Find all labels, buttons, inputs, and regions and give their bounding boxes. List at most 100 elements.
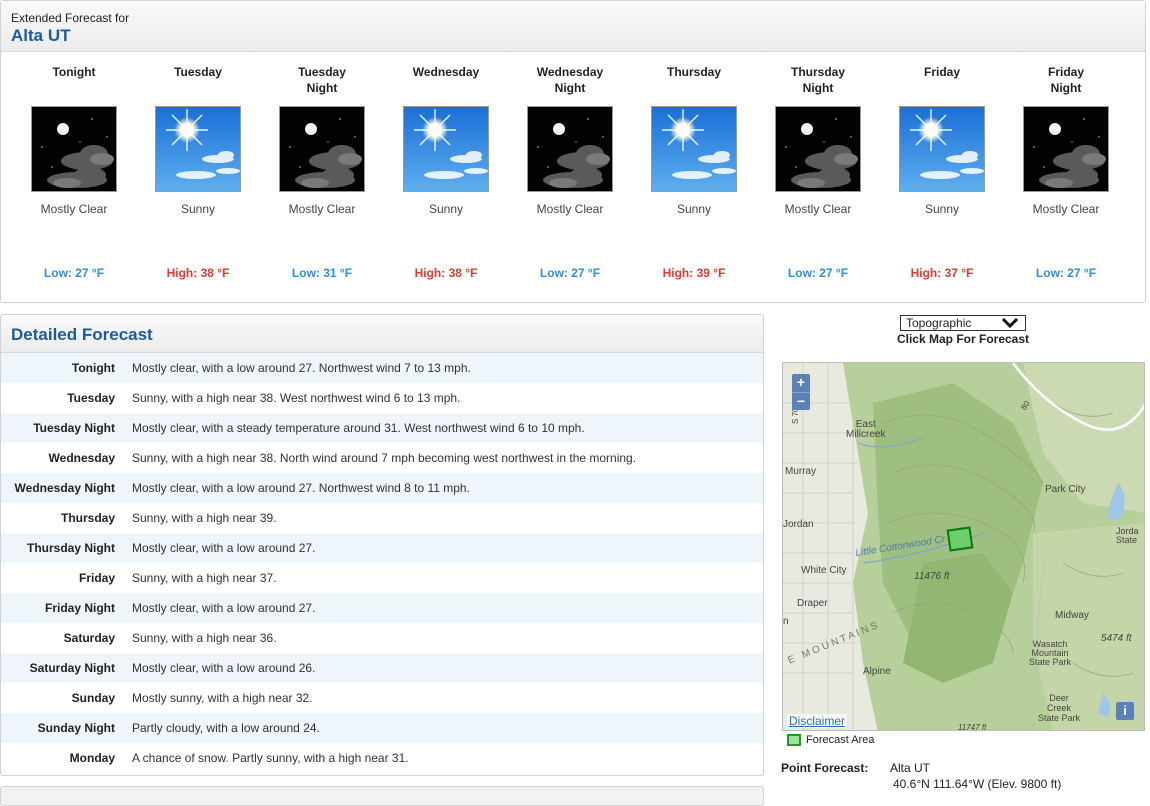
row-period-label: Monday (69, 751, 115, 765)
map-label-alpine: Alpine (863, 666, 891, 677)
map-label-elevation-5474: 5474 ft (1101, 633, 1132, 644)
detailed-forecast-row: Friday Night Mostly clear, with a low aro… (1, 593, 763, 623)
row-forecast-text: Mostly clear, with a low around 27. Nort… (132, 481, 470, 495)
night-mostly-clear-icon (527, 106, 613, 192)
detailed-forecast-row: Saturday Night Mostly clear, with a low a… (1, 653, 763, 683)
forecast-period: Friday Night Mostly Clear Low: 27 °F (1004, 64, 1128, 280)
period-temperature: Low: 27 °F (539, 266, 601, 280)
map-label-white-city: White City (801, 565, 847, 576)
location-title: Alta UT (11, 26, 71, 45)
map-label-midway: Midway (1055, 610, 1089, 621)
row-forecast-text: Sunny, with a high near 37. (132, 571, 277, 585)
row-forecast-text: A chance of snow. Partly sunny, with a h… (132, 751, 409, 765)
row-period-label: Saturday Night (29, 661, 115, 675)
detailed-forecast-row: Sunday Night Partly cloudy, with a low ar… (1, 713, 763, 743)
detailed-forecast-row: Thursday Night Mostly clear, with a low a… (1, 533, 763, 563)
map-label-park-city: Park City (1045, 484, 1086, 495)
map-label-elevation-11747: 11747 ft (958, 723, 987, 731)
map-zoom-control: + − (792, 374, 810, 410)
map-type-value: Topographic (906, 316, 972, 330)
detailed-forecast-row: Thursday Sunny, with a high near 39. (1, 503, 763, 533)
row-forecast-text: Mostly clear, with a steady temperature … (132, 421, 585, 435)
row-forecast-text: Mostly clear, with a low around 27. Nort… (132, 361, 471, 375)
row-forecast-text: Mostly clear, with a low around 27. (132, 541, 316, 555)
map-label-wasatch-mountain-sp: Wasatch Mountain State Park (1029, 639, 1072, 667)
forecast-period: Tuesday Night Mostly Clear Low: 31 °F (260, 64, 384, 280)
detailed-forecast-row: Wednesday Night Mostly clear, with a low … (1, 473, 763, 503)
detailed-forecast-row: Sunday Mostly sunny, with a high near 32. (1, 683, 763, 713)
chevron-down-icon (1001, 317, 1019, 329)
forecast-period: Thursday Sunny High: 39 °F (632, 64, 756, 280)
period-short-forecast: Sunny (924, 202, 960, 216)
row-forecast-text: Partly cloudy, with a low around 24. (132, 721, 320, 735)
detailed-forecast-row: Tuesday Sunny, with a high near 38. West … (1, 383, 763, 413)
row-period-label: Sunday (71, 691, 115, 705)
forecast-area-swatch (787, 734, 801, 746)
forecast-period: Wednesday Sunny High: 38 °F (384, 64, 508, 280)
period-temperature: High: 38 °F (414, 266, 478, 280)
period-short-forecast: Mostly Clear (40, 202, 108, 216)
period-temperature: Low: 27 °F (787, 266, 849, 280)
sunny-icon (651, 106, 737, 192)
sunny-icon (403, 106, 489, 192)
night-mostly-clear-icon (31, 106, 117, 192)
period-temperature: Low: 27 °F (43, 266, 105, 280)
row-forecast-text: Sunny, with a high near 36. (132, 631, 277, 645)
period-short-forecast: Mostly Clear (1032, 202, 1100, 216)
extended-forecast-subtitle: Extended Forecast for (11, 11, 130, 25)
map-label-draper: Draper (797, 598, 828, 609)
period-name: Tonight (52, 65, 96, 79)
zoom-out-button[interactable]: − (792, 392, 810, 410)
disclaimer-link[interactable]: Disclaimer (787, 714, 848, 728)
row-forecast-text: Sunny, with a high near 38. West northwe… (132, 391, 461, 405)
row-period-label: Saturday (63, 631, 115, 645)
row-period-label: Wednesday Night (14, 481, 115, 495)
detailed-forecast-row: Saturday Sunny, with a high near 36. (1, 623, 763, 653)
forecast-map[interactable]: East Millcreek Murray Park City Jordan J… (782, 362, 1145, 731)
topographic-map-image (783, 363, 1144, 730)
period-name: Wednesday (412, 65, 480, 79)
row-forecast-text: Sunny, with a high near 39. (132, 511, 277, 525)
period-short-forecast: Sunny (676, 202, 712, 216)
map-info-button[interactable]: i (1116, 702, 1134, 720)
period-name: Friday Night (1047, 65, 1084, 95)
forecast-period: Tonight Mostly Clear Low: 27 °F (12, 64, 136, 280)
row-period-label: Tuesday Night (33, 421, 115, 435)
forecast-period: Tuesday Sunny High: 38 °F (136, 64, 260, 280)
period-temperature: Low: 31 °F (291, 266, 353, 280)
point-forecast-coords: 40.6°N 111.64°W (Elev. 9800 ft) (893, 777, 1062, 791)
row-period-label: Wednesday (48, 451, 115, 465)
detailed-forecast-panel: Detailed Forecast Tonight Mostly clear, w… (0, 314, 764, 776)
row-forecast-text: Mostly clear, with a low around 26. (132, 661, 316, 675)
map-label-east-millcreek: East Millcreek (846, 419, 886, 440)
row-period-label: Sunday Night (37, 721, 115, 735)
night-mostly-clear-icon (775, 106, 861, 192)
map-label-jordan: Jordan (783, 519, 814, 530)
extended-forecast-header: Extended Forecast for Alta UT (1, 1, 1145, 52)
next-panel-edge (0, 786, 764, 806)
map-label-edge-n: n (783, 616, 789, 627)
zoom-in-button[interactable]: + (792, 374, 810, 392)
period-temperature: High: 38 °F (166, 266, 230, 280)
map-type-select[interactable]: Topographic (900, 315, 1026, 331)
detailed-forecast-row: Friday Sunny, with a high near 37. (1, 563, 763, 593)
period-name: Friday (923, 65, 960, 79)
extended-forecast-panel: Extended Forecast for Alta UT Tonight Mos… (0, 0, 1146, 303)
period-short-forecast: Mostly Clear (784, 202, 852, 216)
map-legend: Forecast Area (787, 734, 874, 746)
map-label-jordanelle: Jorda State (1116, 526, 1139, 545)
point-forecast-name: Alta UT (890, 761, 931, 775)
point-forecast-label: Point Forecast: (781, 761, 869, 775)
period-short-forecast: Sunny (428, 202, 464, 216)
map-caption: Click Map For Forecast (896, 332, 1030, 346)
detailed-forecast-row: Tonight Mostly clear, with a low around 2… (1, 353, 763, 383)
map-label-elevation-11476: 11476 ft (914, 571, 950, 582)
period-temperature: High: 37 °F (910, 266, 974, 280)
row-period-label: Friday (78, 571, 115, 585)
forecast-area-square (946, 526, 974, 552)
period-name: Thursday Night (790, 65, 845, 95)
forecast-period: Friday Sunny High: 37 °F (880, 64, 1004, 280)
period-name: Wednesday Night (536, 65, 604, 95)
forecast-period: Wednesday Night Mostly Clear Low: 27 °F (508, 64, 632, 280)
detailed-forecast-row: Tuesday Night Mostly clear, with a steady… (1, 413, 763, 443)
